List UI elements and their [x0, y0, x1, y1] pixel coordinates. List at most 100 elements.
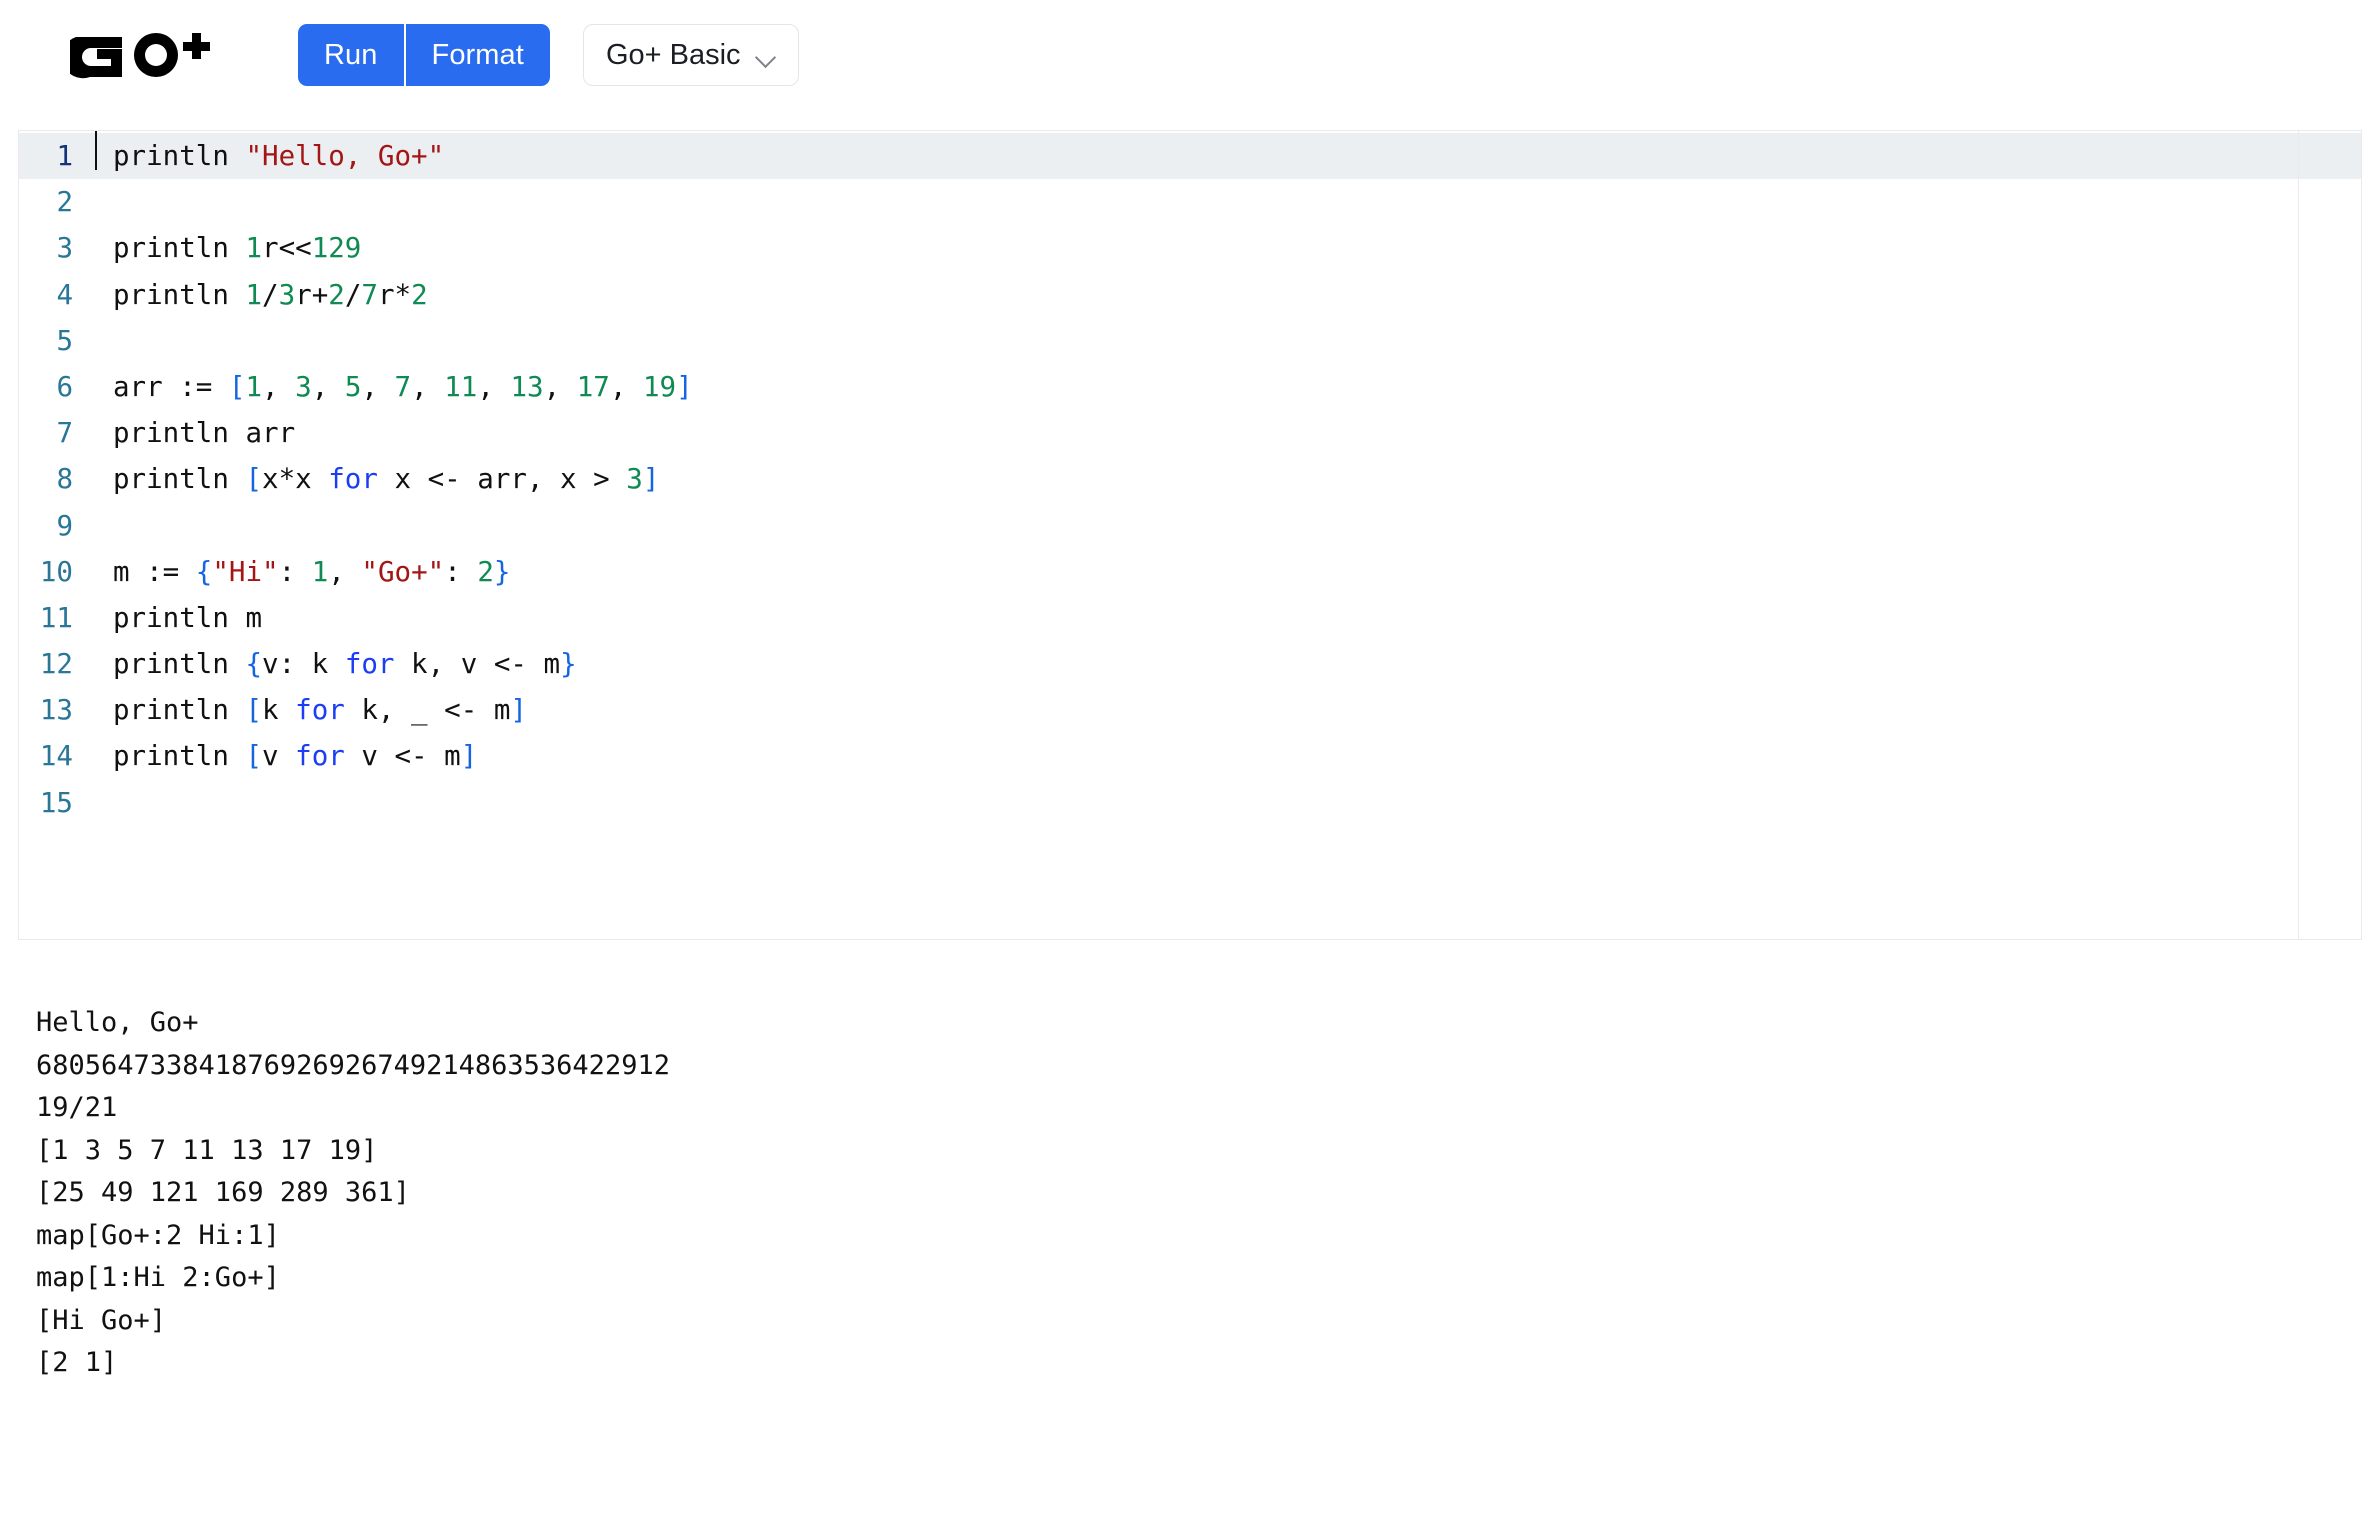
code-line[interactable]: 13 println [k for k, _ <- m]	[19, 687, 2361, 733]
code-line[interactable]: 15	[19, 780, 2361, 826]
code-token: {	[195, 555, 213, 588]
code-line[interactable]: 11 println m	[19, 595, 2361, 641]
code-token: /	[344, 278, 362, 311]
code-token: v: k	[262, 648, 345, 681]
code-line[interactable]: 4 println 1/3r+2/7r*2	[19, 272, 2361, 318]
code-token: v <- m	[344, 740, 461, 773]
code-token: arr :=	[113, 370, 229, 403]
code-line[interactable]: 2	[19, 179, 2361, 225]
code-token: ,	[328, 555, 362, 588]
code-line[interactable]: 5	[19, 318, 2361, 364]
line-number: 11	[39, 601, 73, 634]
code-editor[interactable]: 1 println "Hello, Go+" 2 3 println 1r<<129 4 p…	[19, 131, 2361, 939]
line-number: 3	[56, 232, 73, 265]
console-output-line: map[1:Hi 2:Go+]	[36, 1262, 280, 1293]
console-output-line: 680564733841876926926749214863536422912	[36, 1049, 670, 1081]
code-token: "Hello, Go+"	[245, 140, 445, 172]
code-token: 1	[245, 232, 263, 265]
code-token: println	[113, 232, 246, 265]
code-token: }	[493, 555, 511, 588]
code-token: ,	[543, 370, 577, 403]
console-output-line: Hello, Go+	[36, 1007, 199, 1038]
code-token: 1	[311, 555, 329, 588]
code-token: ]	[676, 370, 693, 403]
code-token: 5	[344, 370, 362, 403]
code-token: ,	[477, 370, 511, 403]
code-line-content[interactable]: m := {"Hi": 1, "Go+": 2}	[95, 549, 2361, 595]
code-token: [	[245, 694, 263, 727]
code-line[interactable]: 8 println [x*x for x <- arr, x > 3]	[19, 456, 2361, 502]
code-token: ,	[411, 370, 445, 403]
code-line-content[interactable]: println [x*x for x <- arr, x > 3]	[95, 456, 2361, 502]
line-number: 4	[56, 278, 73, 311]
code-line[interactable]: 6 arr := [1, 3, 5, 7, 11, 13, 17, 19]	[19, 364, 2361, 410]
code-token: for	[344, 648, 395, 681]
code-token: [	[245, 463, 263, 496]
code-line-content[interactable]: println [v for v <- m]	[95, 733, 2361, 779]
console-output-line: [25 49 121 169 289 361]	[36, 1177, 410, 1208]
code-line-content[interactable]: println [k for k, _ <- m]	[95, 687, 2361, 733]
code-token: 1	[245, 370, 263, 403]
code-line-content[interactable]: println {v: k for k, v <- m}	[95, 641, 2361, 687]
code-token: r<<	[262, 232, 312, 265]
code-line-content[interactable]: println arr	[95, 410, 2361, 456]
line-number: 10	[39, 555, 73, 588]
mode-select-dropdown[interactable]: Go+ Basic	[582, 24, 799, 86]
code-token: "Go+"	[361, 555, 445, 588]
editor-minimap-divider	[2297, 131, 2299, 939]
code-token: 129	[311, 232, 362, 265]
code-token: println	[113, 278, 246, 311]
code-token: ,	[609, 370, 643, 403]
code-token: println m	[113, 601, 263, 634]
code-line-content[interactable]: println 1/3r+2/7r*2	[95, 272, 2361, 318]
console-output-line: map[Go+:2 Hi:1]	[36, 1219, 280, 1251]
code-token: 2	[328, 278, 345, 311]
line-number: 13	[39, 694, 73, 727]
run-button[interactable]: Run	[298, 24, 406, 86]
code-line[interactable]: 1 println "Hello, Go+"	[19, 131, 2361, 180]
code-token: 2	[411, 278, 428, 311]
code-line-content[interactable]: println 1r<<129	[95, 225, 2361, 271]
code-token: ,	[262, 370, 296, 403]
code-line[interactable]: 9	[19, 503, 2361, 549]
code-token: k, _ <- m	[344, 694, 511, 727]
code-token: 7	[394, 370, 412, 403]
code-line[interactable]: 12 println {v: k for k, v <- m}	[19, 641, 2361, 687]
code-editor-panel[interactable]: 1 println "Hello, Go+" 2 3 println 1r<<129 4 p…	[18, 130, 2362, 940]
code-line[interactable]: 10 m := {"Hi": 1, "Go+": 2}	[19, 549, 2361, 595]
code-line-content[interactable]: println "Hello, Go+"	[95, 131, 2361, 179]
code-token: println	[113, 694, 246, 727]
code-line[interactable]: 14 println [v for v <- m]	[19, 733, 2361, 779]
chevron-down-icon	[757, 50, 776, 61]
line-number: 8	[56, 463, 73, 496]
code-token: k	[262, 694, 296, 727]
code-token: println arr	[113, 417, 296, 450]
code-token: r+	[295, 278, 329, 311]
code-token: 3	[295, 370, 312, 403]
code-token: ]	[460, 740, 478, 773]
code-line-content[interactable]: arr := [1, 3, 5, 7, 11, 13, 17, 19]	[95, 364, 2361, 410]
code-token: [	[245, 740, 263, 773]
code-line[interactable]: 7 println arr	[19, 410, 2361, 456]
code-token: "Hi"	[212, 555, 279, 588]
code-token: /	[262, 278, 279, 311]
code-token: 3	[278, 278, 296, 311]
console-output-line: 19/21	[36, 1092, 118, 1123]
code-token: 1	[245, 278, 263, 311]
action-button-group: Run Format	[298, 24, 550, 86]
code-token: println	[113, 740, 246, 773]
code-token: }	[560, 648, 577, 681]
code-token: k, v <- m	[394, 648, 561, 681]
code-token: 11	[444, 370, 478, 403]
code-token: :	[278, 555, 312, 588]
code-token: println	[113, 463, 246, 496]
format-button[interactable]: Format	[405, 24, 550, 86]
line-number: 9	[56, 509, 73, 542]
code-token: ,	[361, 370, 395, 403]
code-line[interactable]: 3 println 1r<<129	[19, 225, 2361, 271]
console-output-line: [Hi Go+]	[36, 1304, 167, 1336]
goplus-logo[interactable]	[70, 27, 220, 83]
code-token: v	[262, 740, 296, 773]
code-token: r*	[377, 278, 412, 311]
code-line-content[interactable]: println m	[95, 595, 2361, 641]
